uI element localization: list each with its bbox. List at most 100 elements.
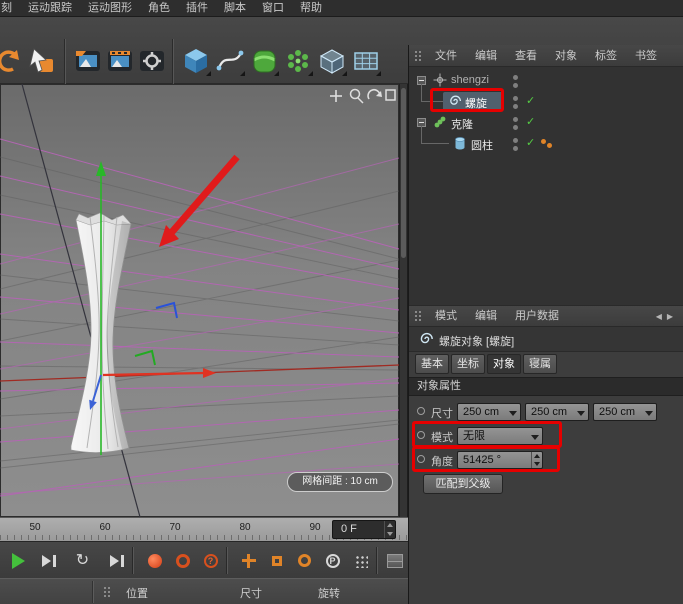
- keyframe-dot-icon[interactable]: [417, 431, 425, 439]
- display-mode-button[interactable]: [316, 45, 348, 77]
- loop-button[interactable]: ↻: [70, 548, 95, 573]
- rotation-plane-handle-blue[interactable]: [156, 303, 177, 318]
- mograph-tag-icon[interactable]: [541, 139, 555, 149]
- viewport-rotate-icon[interactable]: [368, 90, 382, 99]
- object-label: 螺旋: [465, 95, 487, 111]
- mode-label: 模式: [431, 429, 453, 445]
- keyframe-dot-icon[interactable]: [417, 455, 425, 463]
- object-row-helix[interactable]: 螺旋 ✓: [409, 91, 683, 112]
- om-menu-edit[interactable]: 编辑: [466, 45, 506, 67]
- visibility-dots[interactable]: [513, 75, 518, 91]
- next-frame-button[interactable]: [36, 548, 61, 573]
- om-menu-view[interactable]: 查看: [506, 45, 546, 67]
- attribute-object-header: 螺旋对象 [螺旋]: [409, 327, 683, 352]
- menu-item-script[interactable]: 脚本: [216, 0, 254, 17]
- key-pla-toggle[interactable]: [348, 548, 373, 573]
- om-menu-tags[interactable]: 标签: [586, 45, 626, 67]
- menu-item-mograph[interactable]: 运动图形: [80, 0, 140, 17]
- add-cube-button[interactable]: [180, 45, 212, 77]
- size-x-select[interactable]: 250 cm: [457, 403, 521, 421]
- viewport-zoom-icon[interactable]: [351, 90, 364, 104]
- tab-basic[interactable]: 基本: [415, 354, 449, 374]
- enabled-check-icon[interactable]: ✓: [526, 136, 535, 149]
- menu-item-help[interactable]: 帮助: [292, 0, 330, 17]
- frame-spinner[interactable]: [384, 521, 395, 538]
- om-menu-bookmarks[interactable]: 书签: [626, 45, 666, 67]
- keyframe-dot-icon[interactable]: [417, 407, 425, 415]
- am-menu-userdata[interactable]: 用户数据: [506, 305, 568, 327]
- menu-item-plugins[interactable]: 插件: [178, 0, 216, 17]
- helix-object-icon: [417, 331, 433, 347]
- selection-tool-icon: [27, 46, 57, 76]
- key-scale-toggle[interactable]: [264, 548, 289, 573]
- key-parameter-toggle[interactable]: P: [320, 548, 345, 573]
- viewport-pan-icon[interactable]: [330, 90, 342, 102]
- record-button[interactable]: [142, 548, 167, 573]
- object-label: shengzi: [451, 74, 489, 86]
- visibility-dots[interactable]: [513, 96, 518, 112]
- tab-extra[interactable]: 寝属: [523, 354, 557, 374]
- goto-end-icon: [110, 555, 119, 567]
- transport-divider: [226, 547, 227, 574]
- mode-select[interactable]: 无限: [457, 427, 543, 445]
- spline-pen-button[interactable]: [214, 45, 246, 77]
- om-menu-file[interactable]: 文件: [426, 45, 466, 67]
- render-settings-button[interactable]: [136, 45, 168, 77]
- point-level-animation-icon: [354, 554, 368, 568]
- enabled-check-icon[interactable]: ✓: [526, 115, 535, 128]
- keyframe-selection-button[interactable]: ?: [198, 548, 223, 573]
- goto-end-button[interactable]: [104, 548, 129, 573]
- scrollbar-thumb[interactable]: [401, 88, 406, 258]
- object-row-shengzi[interactable]: shengzi: [409, 70, 683, 91]
- tab-object[interactable]: 对象: [487, 354, 521, 374]
- menu-item-sculpt-cut[interactable]: 刻: [0, 0, 20, 17]
- forward-arrow-icon: ▶: [667, 312, 678, 321]
- angle-input[interactable]: 51425 °: [457, 451, 543, 469]
- object-row-cylinder[interactable]: 圆柱 ✓: [409, 133, 683, 154]
- rotation-plane-handle-green[interactable]: [135, 351, 155, 365]
- array-object-button[interactable]: [282, 45, 314, 77]
- size-column-label: 尺寸: [240, 585, 262, 601]
- size-z-select[interactable]: 250 cm: [593, 403, 657, 421]
- layout-panes-button[interactable]: [382, 548, 407, 573]
- menu-item-character[interactable]: 角色: [140, 0, 178, 17]
- history-arrows[interactable]: ◀▶: [656, 306, 678, 328]
- panel-grip-icon[interactable]: [103, 585, 112, 599]
- timeline-ruler[interactable]: 50 60 70 80 90 0 F: [0, 517, 408, 541]
- am-menu-mode[interactable]: 模式: [426, 305, 466, 327]
- visibility-dots[interactable]: [513, 117, 518, 133]
- viewport-maximize-icon[interactable]: [386, 90, 395, 100]
- tab-coordinates[interactable]: 坐标: [451, 354, 485, 374]
- subdivision-surface-button[interactable]: [248, 45, 280, 77]
- dropdown-arrow-icon: [509, 411, 517, 416]
- key-rotation-toggle[interactable]: [292, 548, 317, 573]
- visibility-dots[interactable]: [513, 138, 518, 154]
- enabled-check-icon[interactable]: ✓: [526, 94, 535, 107]
- grid-table-button[interactable]: [350, 45, 382, 77]
- am-menu-edit[interactable]: 编辑: [466, 305, 506, 327]
- size-label: 尺寸: [431, 405, 453, 421]
- size-y-select[interactable]: 250 cm: [525, 403, 589, 421]
- key-position-toggle[interactable]: [236, 548, 261, 573]
- current-frame-field[interactable]: 0 F: [332, 520, 396, 539]
- autokey-button[interactable]: [170, 548, 195, 573]
- play-button[interactable]: [6, 548, 31, 573]
- undo-button[interactable]: [0, 45, 22, 77]
- match-to-parent-button[interactable]: 匹配到父级: [423, 474, 503, 494]
- scale-icon: [272, 556, 282, 566]
- selection-tool-button[interactable]: [26, 45, 58, 77]
- render-to-picture-viewer-button[interactable]: [104, 45, 136, 77]
- viewport-3d[interactable]: [0, 84, 399, 517]
- panel-grip-icon[interactable]: [414, 309, 423, 323]
- render-view-button[interactable]: [72, 45, 104, 77]
- viewport-scrollbar[interactable]: [399, 84, 408, 517]
- object-row-cloner[interactable]: 克隆 ✓: [409, 112, 683, 133]
- menu-item-window[interactable]: 窗口: [254, 0, 292, 17]
- menu-item-motion-tracking[interactable]: 运动跟踪: [20, 0, 80, 17]
- panel-grip-icon[interactable]: [414, 49, 423, 63]
- spinner[interactable]: [531, 452, 542, 468]
- flyout-corner: [308, 71, 313, 76]
- ruler-tick-label: 90: [309, 522, 320, 533]
- om-menu-objects[interactable]: 对象: [546, 45, 586, 67]
- toolbar-divider: [172, 39, 173, 85]
